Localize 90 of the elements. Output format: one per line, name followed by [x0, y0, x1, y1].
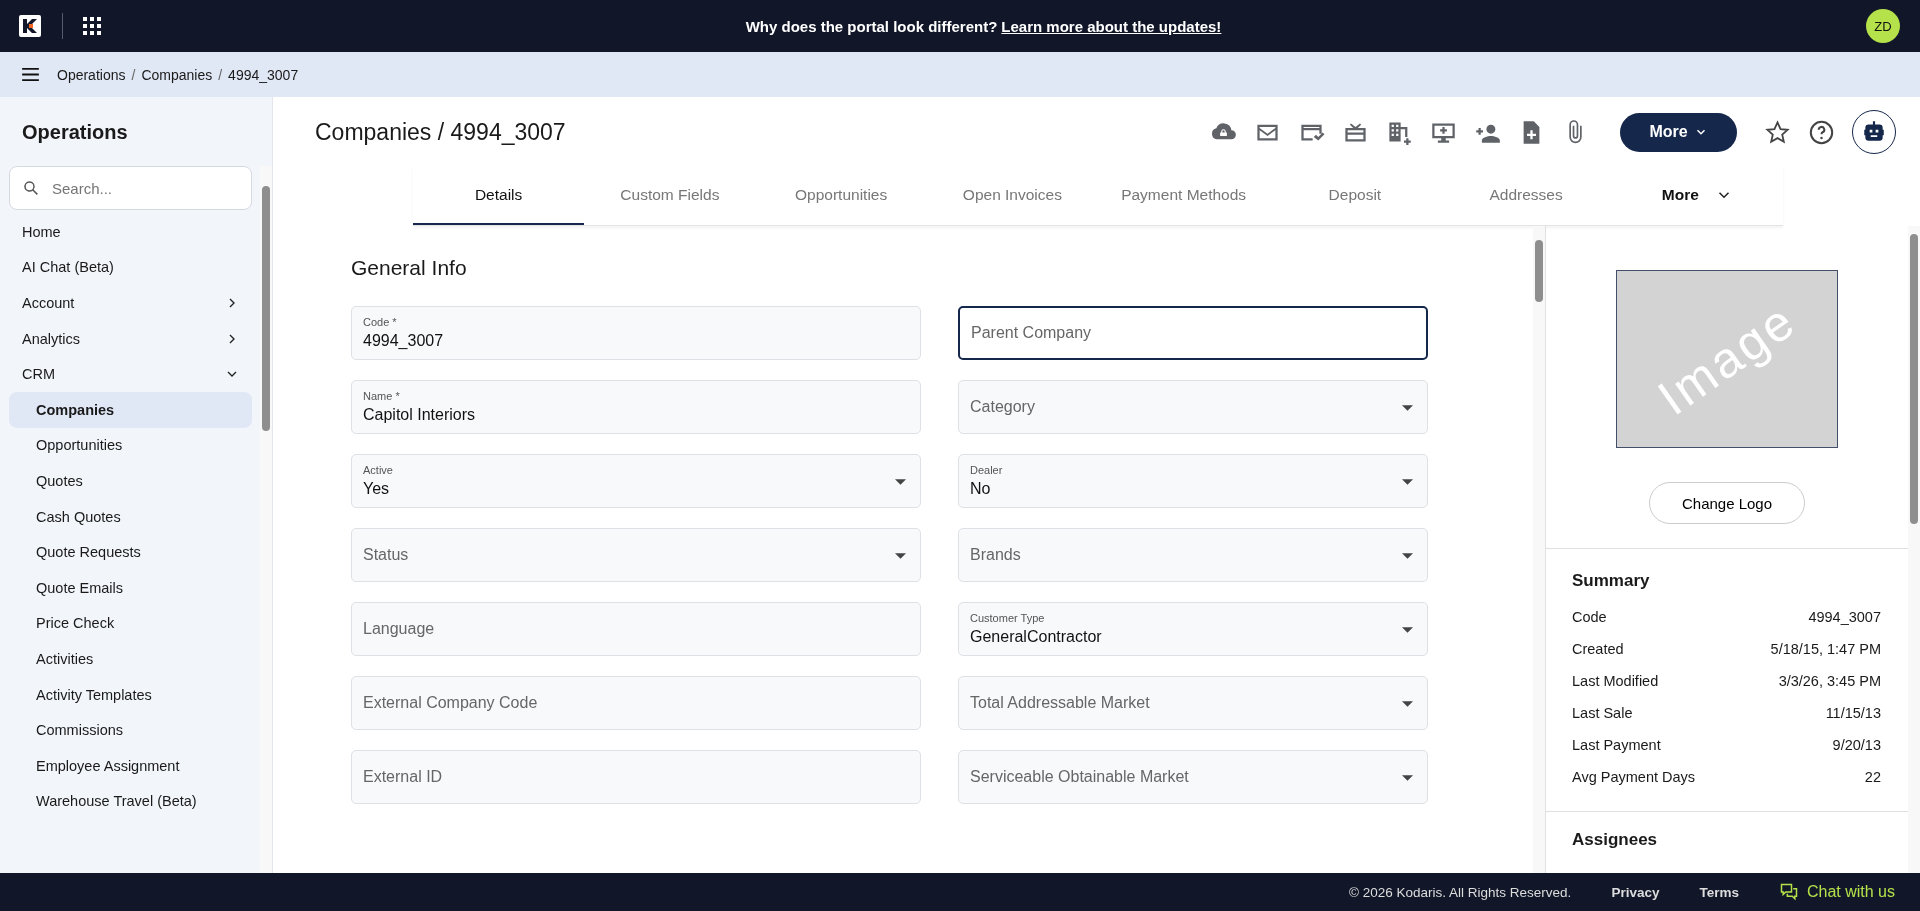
summary-label: Created — [1572, 641, 1624, 657]
sidebar-subitem[interactable]: Companies — [9, 391, 252, 428]
breadcrumb-separator: / — [131, 66, 136, 83]
breadcrumb-link[interactable]: Operations — [57, 66, 126, 83]
sidebar-item[interactable]: AI Chat (Beta) — [9, 249, 252, 286]
sidebar-subitem[interactable]: Commissions — [9, 712, 252, 748]
select-field[interactable]: Serviceable Obtainable Market — [958, 750, 1428, 804]
sidebar-subitem[interactable]: Employee Assignment — [9, 747, 252, 784]
scrollbar[interactable] — [1908, 226, 1920, 873]
star-icon[interactable] — [1764, 118, 1791, 146]
summary-label: Last Sale — [1572, 705, 1633, 721]
select-field[interactable]: Dealer No — [958, 454, 1428, 508]
sidebar-subitem[interactable]: Warehouse Travel (Beta) — [9, 783, 252, 820]
change-logo-button[interactable]: Change Logo — [1649, 482, 1805, 524]
sidebar-title: Operations — [21, 120, 129, 145]
sidebar-item[interactable]: Home — [9, 214, 252, 250]
tab[interactable]: Opportunities — [755, 167, 927, 225]
sidebar-subitem[interactable]: Activity Templates — [9, 676, 252, 713]
sidebar-subitem[interactable]: Quote Emails — [9, 569, 252, 606]
learn-more-link[interactable]: Learn more about the updates! — [1001, 17, 1222, 35]
sidebar-subitem[interactable]: Price Check — [9, 605, 252, 642]
dropdown-arrow-icon — [895, 553, 906, 559]
search-field[interactable]: Search... — [9, 166, 252, 210]
more-tab[interactable]: More — [1611, 167, 1783, 225]
summary-value: 22 — [1864, 769, 1881, 785]
breadcrumb-link[interactable]: 4994_3007 — [228, 66, 299, 83]
summary-value: 11/15/13 — [1825, 705, 1881, 721]
sidebar-item[interactable]: CRM — [9, 356, 252, 392]
input-field[interactable]: Parent Company — [958, 306, 1428, 360]
logo[interactable] — [18, 14, 42, 38]
input-field[interactable]: Language — [351, 602, 921, 656]
select-field[interactable]: Active Yes — [351, 454, 921, 508]
select-field[interactable]: Total Addressable Market — [958, 676, 1428, 730]
chat-icon — [1778, 882, 1799, 902]
summary-value: 4994_3007 — [1808, 609, 1881, 625]
select-field[interactable]: Category — [958, 380, 1428, 434]
dropdown-arrow-icon — [1402, 479, 1413, 485]
tab[interactable]: Addresses — [1440, 167, 1612, 225]
apps-grid-icon[interactable] — [83, 17, 101, 35]
more-button[interactable]: More — [1620, 112, 1737, 152]
page-title: Companies / 4994_3007 — [315, 118, 567, 146]
input-field[interactable]: Code * 4994_3007 — [351, 306, 921, 360]
sidebar-item[interactable]: Analytics — [9, 320, 252, 357]
user-avatar[interactable]: ZD — [1866, 9, 1900, 43]
scrollbar[interactable] — [1533, 226, 1545, 873]
announcement-text: Why does the portal look different? — [745, 17, 998, 35]
tab[interactable]: Payment Methods — [1098, 167, 1270, 225]
help-icon[interactable] — [1808, 118, 1835, 146]
copyright-text: © 2026 Kodaris. All Rights Reserved. — [1349, 884, 1572, 900]
menu-icon[interactable] — [22, 68, 39, 81]
assignees-title: Assignees — [1572, 830, 1659, 850]
summary-label: Last Modified — [1572, 673, 1659, 689]
select-field[interactable]: Brands — [958, 528, 1428, 582]
summary-label: Avg Payment Days — [1572, 769, 1696, 785]
summary-label: Code — [1572, 609, 1607, 625]
tab[interactable]: Details — [413, 167, 585, 225]
sidebar-item[interactable]: Account — [9, 285, 252, 321]
dropdown-arrow-icon — [1402, 775, 1413, 781]
footer-link[interactable]: Terms — [1699, 884, 1739, 900]
section-title: General Info — [351, 256, 468, 280]
footer-link[interactable]: Privacy — [1611, 884, 1660, 900]
input-field[interactable]: Name * Capitol Interiors — [351, 380, 921, 434]
tab[interactable]: Open Invoices — [926, 167, 1098, 225]
dropdown-arrow-icon — [1402, 553, 1413, 559]
summary-value: 3/3/26, 3:45 PM — [1778, 673, 1881, 689]
sidebar-subitem[interactable]: Cash Quotes — [9, 498, 252, 535]
tab[interactable]: Custom Fields — [584, 167, 756, 225]
assistant-button[interactable] — [1852, 110, 1896, 154]
input-field[interactable]: External ID — [351, 750, 921, 804]
tab[interactable]: Deposit — [1269, 167, 1441, 225]
select-field[interactable]: Customer Type GeneralContractor — [958, 602, 1428, 656]
summary-value: 5/18/15, 1:47 PM — [1770, 641, 1881, 657]
sidebar-subitem[interactable]: Quote Requests — [9, 534, 252, 570]
chat-link[interactable]: Chat with us — [1778, 882, 1895, 902]
dropdown-arrow-icon — [1402, 701, 1413, 707]
sidebar-subitem[interactable]: Opportunities — [9, 427, 252, 464]
breadcrumb-link[interactable]: Companies — [141, 66, 213, 83]
breadcrumb-separator: / — [218, 66, 223, 83]
dropdown-arrow-icon — [1402, 405, 1413, 411]
scrollbar[interactable] — [260, 166, 272, 873]
summary-title: Summary — [1572, 571, 1651, 591]
dropdown-arrow-icon — [1402, 627, 1413, 633]
input-field[interactable]: External Company Code — [351, 676, 921, 730]
select-field[interactable]: Status — [351, 528, 921, 582]
summary-label: Last Payment — [1572, 737, 1661, 753]
summary-value: 9/20/13 — [1832, 737, 1881, 753]
sidebar-subitem[interactable]: Activities — [9, 641, 252, 677]
search-icon — [22, 179, 40, 197]
dropdown-arrow-icon — [895, 479, 906, 485]
sidebar-subitem[interactable]: Quotes — [9, 463, 252, 499]
